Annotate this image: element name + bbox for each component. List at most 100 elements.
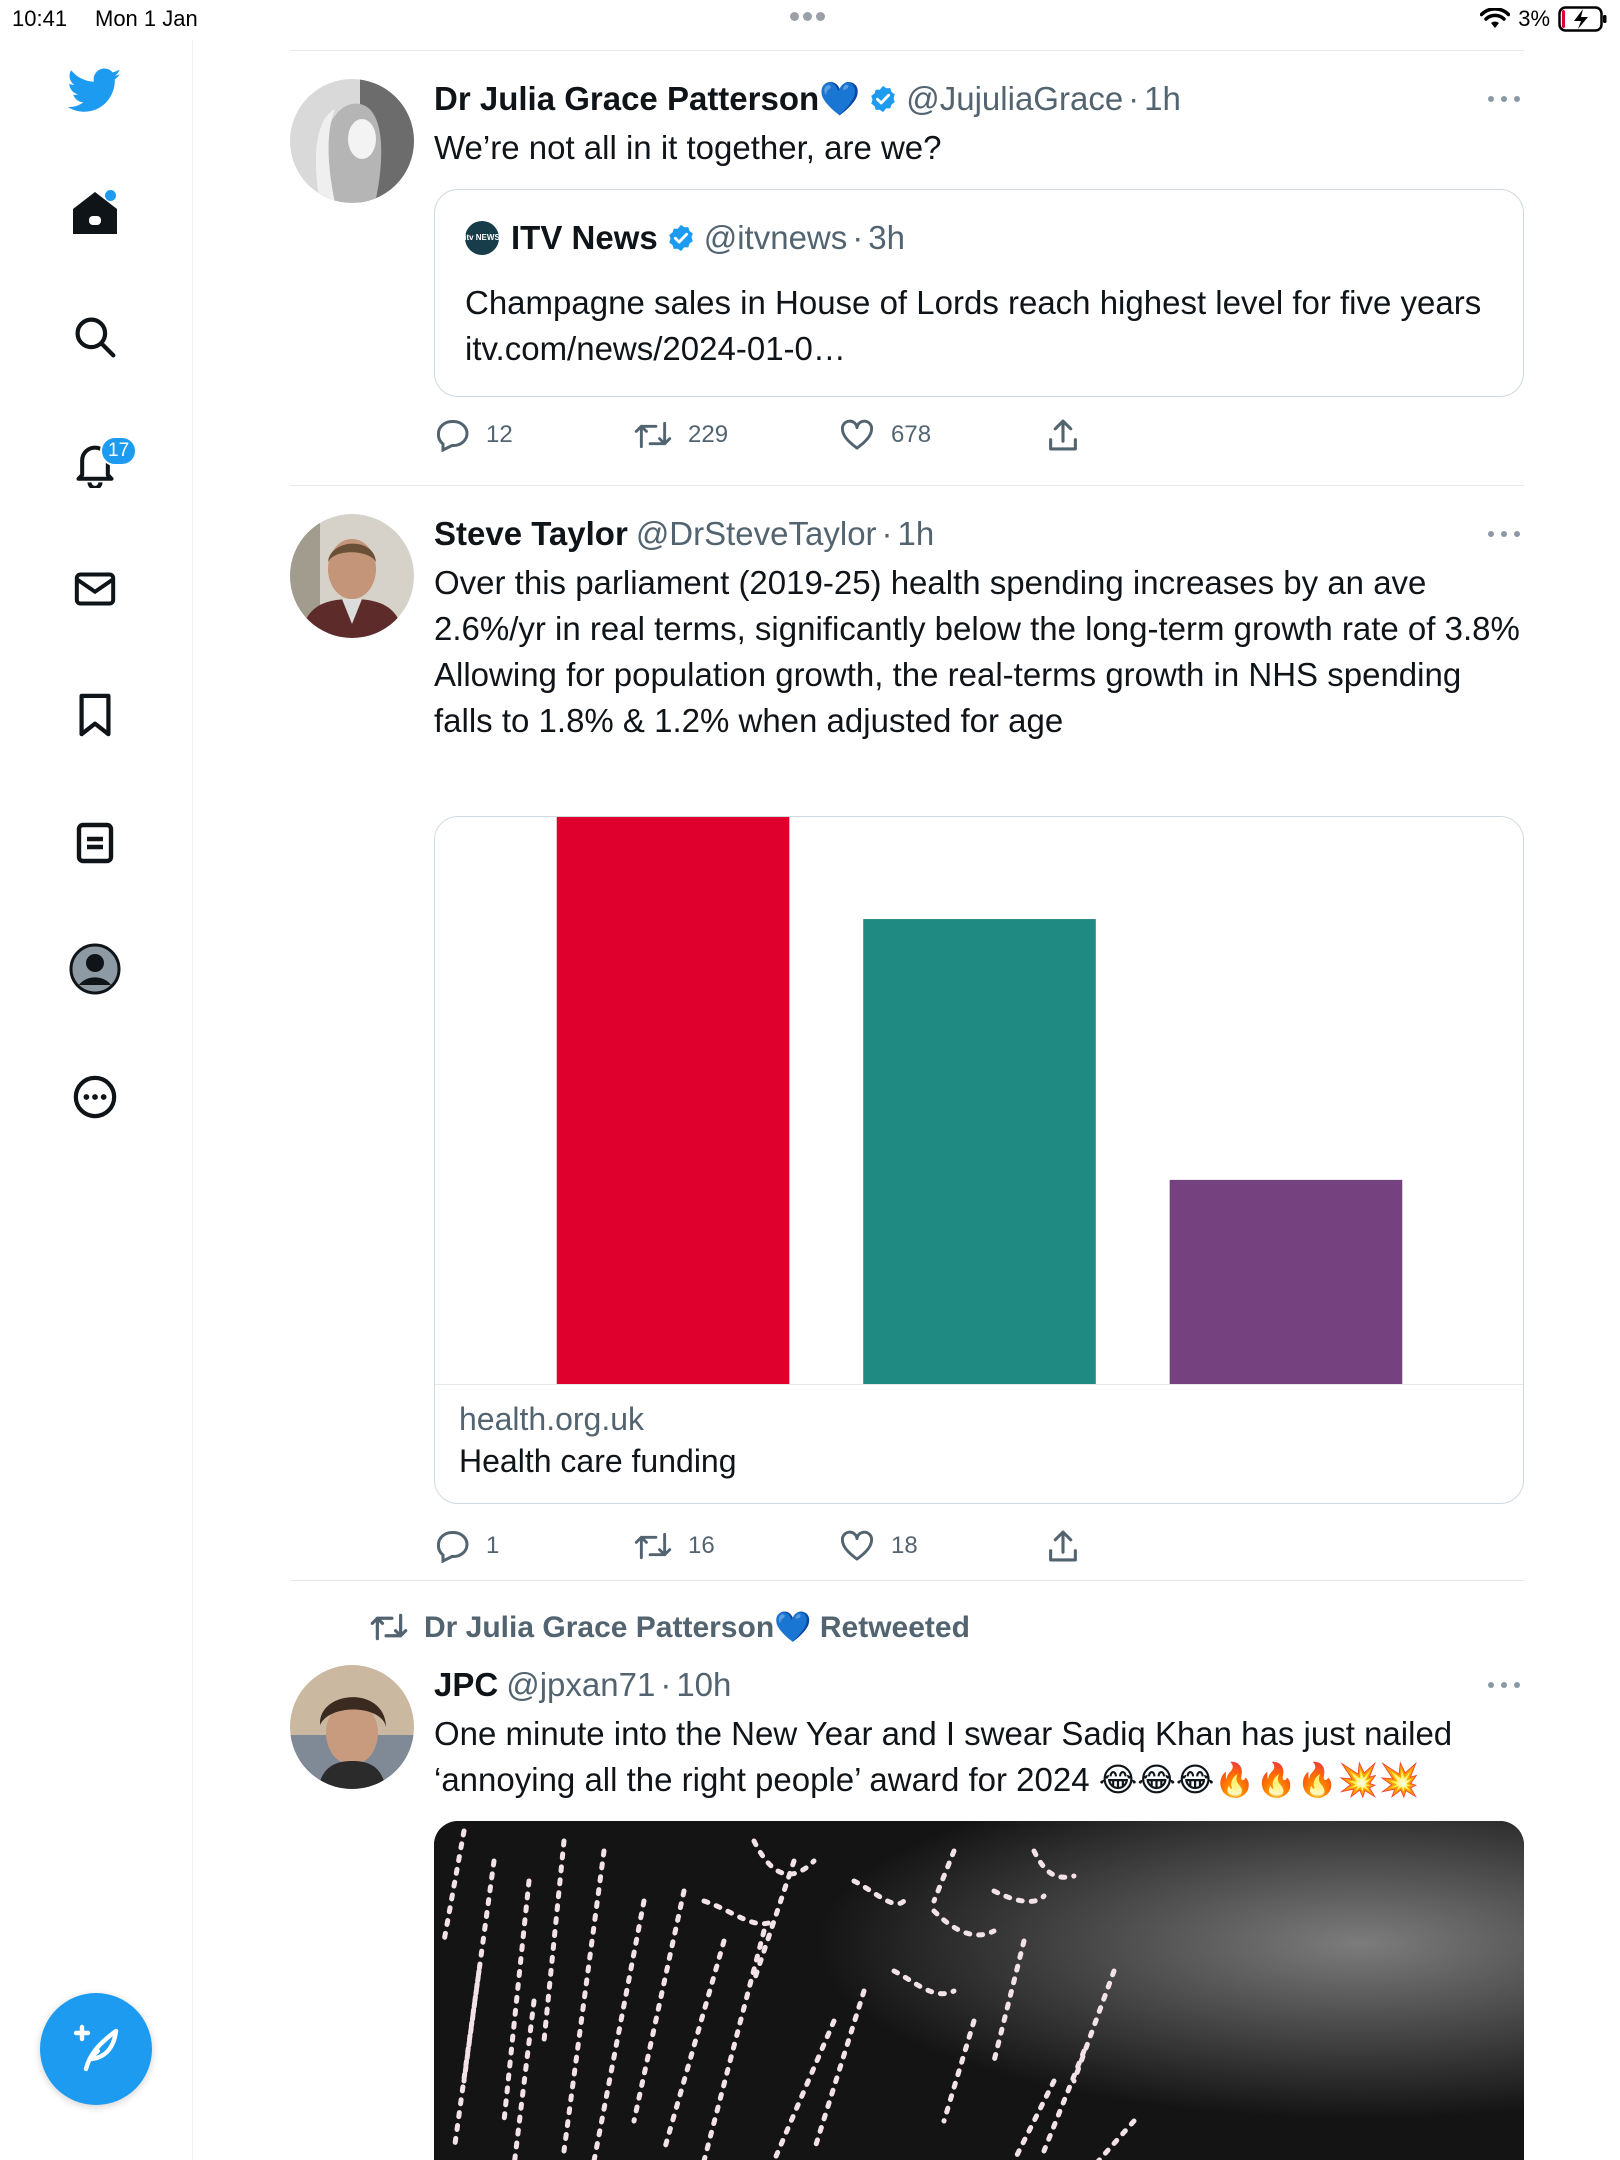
tweet-body: Dr Julia Grace Patterson 💙 @JujuliaGrace… (434, 79, 1524, 171)
tweet-time[interactable]: 10h (676, 1666, 731, 1704)
tweet-time[interactable]: 1h (898, 515, 935, 553)
home-unread-dot (105, 190, 116, 201)
fireworks-image (434, 1821, 1524, 2160)
like-button[interactable]: 678 (839, 415, 931, 455)
quote-author-name: ITV News (511, 219, 658, 256)
retweeter-name: Dr Julia Grace Patterson (424, 1610, 775, 1644)
profile-avatar-icon (69, 943, 121, 995)
sidebar-item-more[interactable] (66, 1068, 124, 1126)
separator-dot: · (1128, 80, 1140, 117)
reply-button[interactable]: 1 (434, 1526, 499, 1566)
tweet-julia[interactable]: Dr Julia Grace Patterson 💙 @JujuliaGrace… (290, 51, 1524, 485)
retweet-count: 16 (688, 1532, 715, 1559)
reply-button[interactable]: 12 (434, 415, 513, 455)
sidebar-item-profile[interactable] (66, 940, 124, 998)
reply-icon (436, 1531, 469, 1563)
sidebar-item-bookmarks[interactable] (66, 686, 124, 744)
blue-heart-emoji: 💙 (774, 1610, 812, 1644)
status-date: Mon 1 Jan (95, 6, 198, 31)
battery-percent: 3% (1518, 6, 1550, 31)
avatar[interactable] (290, 1665, 414, 1789)
retweet-icon (370, 1613, 408, 1641)
tweet-header: JPC @jpxan71 · 10h (434, 1665, 1524, 1705)
chart-bar-2 (863, 919, 1096, 1384)
retweet-button[interactable]: 229 (634, 415, 728, 455)
sidebar-item-home[interactable] (66, 184, 124, 242)
quote-header: itv NEWS ITV News @itvnews · 3h (464, 218, 905, 258)
author-name[interactable]: Steve Taylor (434, 515, 628, 553)
avatar[interactable] (290, 514, 414, 638)
sidebar-item-lists[interactable] (66, 814, 124, 872)
author-handle[interactable]: @DrSteveTaylor (636, 515, 877, 553)
itv-news-logo: itv NEWS (464, 221, 500, 255)
quote-time: 3h (868, 219, 905, 256)
battery-charging-icon (1558, 6, 1607, 32)
tweet-header: Steve Taylor @DrSteveTaylor · 1h (434, 514, 1524, 554)
retweeted-label: Retweeted (819, 1610, 970, 1644)
author-name[interactable]: Dr Julia Grace Patterson (434, 80, 819, 118)
author-handle[interactable]: @jpxan71 (506, 1666, 655, 1704)
search-icon (75, 317, 116, 358)
author-name[interactable]: JPC (434, 1666, 498, 1704)
twitter-bird-icon[interactable] (66, 62, 124, 120)
multitasking-dots-icon[interactable] (790, 8, 834, 24)
tweet-body: Steve Taylor @DrSteveTaylor · 1h Over th… (434, 514, 1524, 744)
reply-count: 12 (486, 421, 513, 448)
reply-icon (436, 420, 469, 452)
timeline: Dr Julia Grace Patterson 💙 @JujuliaGrace… (290, 50, 1524, 2160)
sidebar-item-explore[interactable] (66, 308, 124, 366)
notification-badge: 17 (100, 436, 138, 466)
share-button[interactable] (1046, 415, 1080, 455)
tweet-video-media[interactable] (434, 1821, 1524, 2160)
share-button[interactable] (1046, 1526, 1080, 1566)
reply-count: 1 (486, 1532, 500, 1559)
tweet-header: Dr Julia Grace Patterson 💙 @JujuliaGrace… (434, 79, 1524, 119)
retweet-count: 229 (688, 421, 729, 448)
tweet-text: One minute into the New Year and I swear… (434, 1715, 1453, 1798)
heart-icon (840, 1530, 874, 1561)
bar-chart-image (435, 817, 1523, 1385)
tweet-jpc[interactable]: Dr Julia Grace Patterson💙 Retweeted JPC … (290, 1581, 1524, 2160)
tweet-steve-taylor[interactable]: Steve Taylor @DrSteveTaylor · 1h Over th… (290, 486, 1524, 1580)
separator-dot: · (852, 219, 864, 256)
verified-badge-icon (871, 85, 895, 113)
status-bar: 10:41 Mon 1 Jan 3% (0, 0, 1620, 40)
more-options-icon[interactable] (1484, 524, 1524, 544)
like-button[interactable]: 18 (839, 1526, 918, 1566)
retweet-context[interactable]: Dr Julia Grace Patterson💙 Retweeted (370, 1607, 970, 1647)
link-card[interactable]: health.org.uk Health care funding (434, 816, 1524, 1504)
retweet-icon (634, 421, 672, 449)
author-handle[interactable]: @JujuliaGrace (906, 80, 1123, 118)
share-icon (1049, 419, 1077, 451)
blue-heart-emoji: 💙 (819, 79, 861, 117)
chart-bar-3 (1169, 1179, 1403, 1384)
compose-tweet-button[interactable] (40, 1993, 152, 2105)
quoted-tweet[interactable]: itv NEWS ITV News @itvnews · 3h Champagn… (434, 189, 1524, 397)
chart-bar-1 (556, 817, 790, 1384)
more-options-icon[interactable] (1484, 1675, 1524, 1695)
tweet-actions: 12 229 678 (434, 415, 1524, 455)
like-count: 678 (891, 421, 932, 448)
more-options-icon[interactable] (1484, 89, 1524, 109)
tweet-actions: 1 16 18 (434, 1526, 1524, 1566)
list-icon (76, 822, 114, 864)
sidebar-item-notifications[interactable]: 17 (66, 436, 138, 494)
more-circle-icon (73, 1075, 117, 1119)
wifi-icon (1480, 8, 1511, 28)
sidebar: 17 (0, 40, 193, 2160)
avatar[interactable] (290, 79, 414, 203)
tweet-text: Over this parliament (2019-25) health sp… (434, 564, 1520, 739)
like-count: 18 (891, 1532, 918, 1559)
separator-dot: · (881, 515, 893, 552)
tweet-time[interactable]: 1h (1144, 80, 1181, 118)
tweet-text: We’re not all in it together, are we? (434, 129, 942, 166)
sidebar-item-messages[interactable] (66, 560, 124, 618)
retweet-button[interactable]: 16 (634, 1526, 715, 1566)
feather-plus-icon (73, 2024, 119, 2072)
retweet-icon (634, 1532, 672, 1560)
verified-badge-icon (668, 224, 693, 252)
share-icon (1049, 1530, 1077, 1562)
quote-text: Champagne sales in House of Lords reach … (465, 284, 1482, 367)
status-right: 3% (1480, 5, 1608, 33)
heart-icon (840, 419, 874, 450)
